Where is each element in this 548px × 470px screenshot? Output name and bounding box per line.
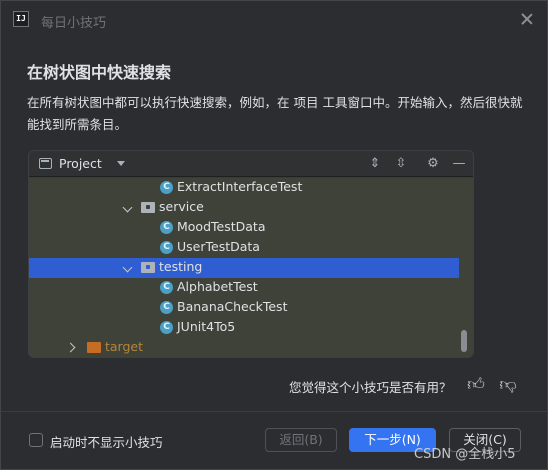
expand-all-icon: ⇕ xyxy=(369,156,381,171)
package-icon xyxy=(141,202,155,213)
project-view-label: Project xyxy=(59,156,102,171)
collapse-all-icon: ⇳ xyxy=(395,156,407,171)
tree-row-label: MoodTestData xyxy=(177,219,266,234)
chevron-down-icon xyxy=(122,202,133,213)
package-icon xyxy=(141,262,155,273)
tree-row: C JUnit4To5 xyxy=(29,318,459,338)
back-button[interactable]: 返回(B) xyxy=(265,428,337,452)
window-title: 每日小技巧 xyxy=(41,16,107,31)
chevron-right-icon xyxy=(65,342,76,353)
title-bar: IJ 每日小技巧 xyxy=(1,1,547,39)
tree-row: C AlphabetTest xyxy=(29,278,459,298)
chevron-down-icon xyxy=(117,161,125,166)
class-icon: C xyxy=(160,281,173,294)
tree-row: C UserTestData xyxy=(29,238,459,258)
project-view-icon xyxy=(39,158,52,169)
tip-preview-image: Project ⇕ ⇳ ⚙ — C ExtractInterfaceTest s… xyxy=(28,150,474,358)
close-icon[interactable] xyxy=(517,9,537,29)
tree-row: service xyxy=(29,198,459,218)
tree-row-label: service xyxy=(159,199,204,214)
tree-row: C ExtractInterfaceTest xyxy=(29,178,459,198)
class-icon: C xyxy=(160,321,173,334)
watermark: CSDN @全栈小5 xyxy=(414,447,516,462)
tree-row-label: AlphabetTest xyxy=(177,279,258,294)
class-icon: C xyxy=(160,241,173,254)
dont-show-on-startup-checkbox[interactable] xyxy=(29,433,43,447)
class-icon: C xyxy=(160,301,173,314)
thumbs-down-icon[interactable]: 👎︎ xyxy=(497,374,519,396)
tree-row: target xyxy=(29,338,459,357)
footer-divider xyxy=(1,411,547,412)
project-tree: C ExtractInterfaceTest service C MoodTes… xyxy=(29,178,473,357)
dont-show-on-startup-label[interactable]: 启动时不显示小技巧 xyxy=(50,432,163,451)
project-tool-window-header: Project ⇕ ⇳ ⚙ — xyxy=(29,151,473,177)
thumbs-up-icon[interactable]: 👍︎ xyxy=(465,374,487,396)
tree-row: C BananaCheckTest xyxy=(29,298,459,318)
tree-row-label: BananaCheckTest xyxy=(177,299,288,314)
tree-row-label: JUnit4To5 xyxy=(177,319,236,334)
minimize-icon: — xyxy=(452,156,466,171)
tree-row-label: ExtractInterfaceTest xyxy=(177,179,303,194)
folder-icon xyxy=(87,342,101,353)
tree-row-selected: testing xyxy=(29,258,459,278)
class-icon: C xyxy=(160,181,173,194)
tree-row-label: UserTestData xyxy=(177,239,260,254)
tree-row-label: target xyxy=(105,339,144,354)
feedback-question: 您觉得这个小技巧是否有用？ xyxy=(289,380,452,395)
tip-heading: 在树状图中快速搜索 xyxy=(27,63,172,82)
tree-row-label: testing xyxy=(159,259,203,274)
tree-row: C MoodTestData xyxy=(29,218,459,238)
tip-description: 在所有树状图中都可以执行快速搜索，例如，在 项目 工具窗口中。开始输入，然后很快… xyxy=(27,95,523,132)
gear-icon: ⚙ xyxy=(427,156,439,171)
class-icon: C xyxy=(160,221,173,234)
chevron-down-icon xyxy=(122,262,133,273)
tip-of-the-day-dialog: IJ 每日小技巧 在树状图中快速搜索 在所有树状图中都可以执行快速搜索，例如，在… xyxy=(0,0,548,470)
scrollbar-thumb xyxy=(461,330,467,352)
intellij-logo-icon: IJ xyxy=(13,11,29,27)
